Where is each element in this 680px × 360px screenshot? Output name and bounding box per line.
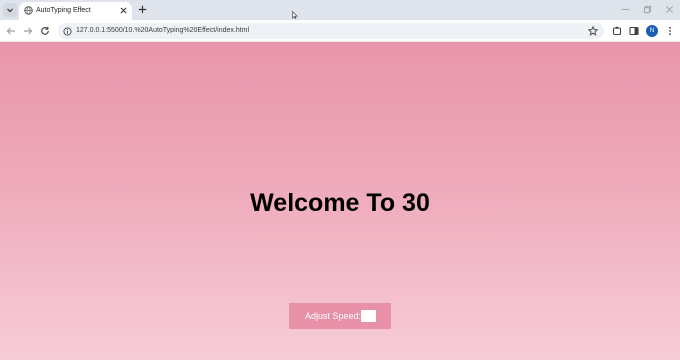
arrow-right-icon xyxy=(24,27,33,35)
globe-icon xyxy=(24,6,33,15)
close-icon[interactable] xyxy=(118,5,128,15)
star-icon[interactable] xyxy=(588,26,598,36)
restore-icon xyxy=(643,5,652,14)
url-text: 127.0.0.1:5500/10.%20AutoTyping%20Effect… xyxy=(76,27,250,34)
minimize-icon xyxy=(621,9,630,10)
restore-button[interactable] xyxy=(642,4,653,15)
back-button[interactable] xyxy=(5,25,17,37)
page-headline: Welcome To 30 xyxy=(250,189,430,217)
info-icon[interactable] xyxy=(62,26,72,36)
browser-tab[interactable]: AutoTyping Effect xyxy=(19,2,132,20)
profile-avatar[interactable]: N xyxy=(646,25,658,37)
browser-toolbar: 127.0.0.1:5500/10.%20AutoTyping%20Effect… xyxy=(0,20,680,42)
arrow-left-icon xyxy=(6,27,15,35)
tab-strip: AutoTyping Effect xyxy=(0,0,680,20)
minimize-button[interactable] xyxy=(620,4,631,15)
page-viewport: Welcome To 30 Adjust Speed: xyxy=(0,42,680,360)
chevron-down-icon xyxy=(7,8,13,13)
tab-title: AutoTyping Effect xyxy=(36,7,91,14)
mouse-cursor-icon xyxy=(292,11,298,19)
tab-search-button[interactable] xyxy=(3,3,17,17)
kebab-menu-icon xyxy=(669,26,671,36)
speed-control: Adjust Speed: xyxy=(289,303,391,329)
window-close-button[interactable] xyxy=(664,4,675,15)
new-tab-button[interactable] xyxy=(137,4,148,15)
address-bar[interactable]: 127.0.0.1:5500/10.%20AutoTyping%20Effect… xyxy=(58,23,604,39)
close-icon xyxy=(666,6,673,13)
profile-initial: N xyxy=(649,28,655,34)
plus-icon xyxy=(138,5,147,14)
side-panel-button[interactable] xyxy=(628,25,640,37)
extensions-icon xyxy=(612,26,622,36)
speed-input[interactable] xyxy=(361,310,376,322)
forward-button[interactable] xyxy=(22,25,34,37)
browser-menu-button[interactable] xyxy=(664,25,676,37)
extensions-button[interactable] xyxy=(611,25,623,37)
speed-label: Adjust Speed: xyxy=(305,311,362,321)
reload-button[interactable] xyxy=(39,25,51,37)
side-panel-icon xyxy=(629,26,639,36)
reload-icon xyxy=(41,26,49,35)
